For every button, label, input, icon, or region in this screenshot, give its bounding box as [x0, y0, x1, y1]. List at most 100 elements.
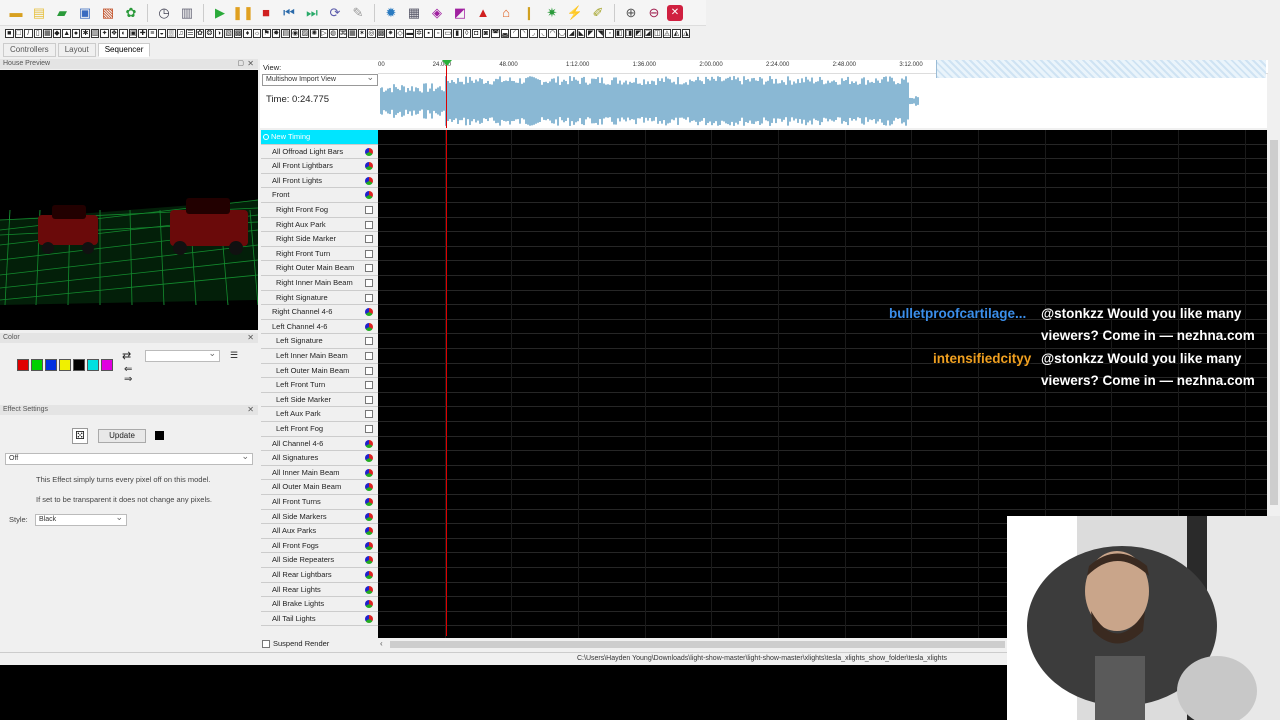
effect-palette-icon[interactable]: ✚: [138, 29, 147, 38]
effect-palette-icon[interactable]: ◟: [538, 29, 548, 38]
pen2-icon[interactable]: ✐: [588, 3, 608, 23]
horizontal-scrollbar[interactable]: [390, 641, 1005, 648]
brush-icon[interactable]: ❙: [519, 3, 539, 23]
delete-icon[interactable]: ▥: [177, 3, 197, 23]
effect-palette-icon[interactable]: ◩: [634, 29, 643, 38]
effect-palette-icon[interactable]: ▩: [376, 29, 386, 38]
model-group-icon[interactable]: [365, 483, 373, 492]
model-group-icon[interactable]: [365, 454, 373, 463]
home-icon[interactable]: ⌂: [496, 3, 516, 23]
checkbox-icon[interactable]: [365, 395, 373, 404]
play-marker-icon[interactable]: [442, 60, 452, 66]
color-swatch-red[interactable]: [17, 359, 29, 371]
timing-row[interactable]: New Timing: [261, 130, 378, 145]
model-row[interactable]: Right Front Turn: [261, 247, 378, 262]
model-row[interactable]: All Side Markers: [261, 510, 378, 525]
audio-waveform[interactable]: [379, 76, 920, 126]
model-row[interactable]: All Brake Lights: [261, 597, 378, 612]
effect-palette-icon[interactable]: ☼: [252, 29, 262, 38]
model-group-icon[interactable]: [365, 147, 373, 156]
model-row[interactable]: All Front Lights: [261, 174, 378, 189]
checkbox-icon[interactable]: [365, 249, 373, 258]
suspend-render-checkbox[interactable]: [262, 640, 270, 648]
model-row[interactable]: Right Signature: [261, 291, 378, 306]
model-row[interactable]: Right Front Fog: [261, 203, 378, 218]
close-icon[interactable]: ✕: [667, 4, 683, 21]
checkbox-icon[interactable]: [365, 220, 373, 229]
checkbox-icon[interactable]: [365, 293, 373, 302]
checkbox-icon[interactable]: [365, 235, 373, 244]
effect-palette-icon[interactable]: ◎: [367, 29, 376, 38]
style-select[interactable]: Black: [35, 512, 127, 526]
effect-palette-icon[interactable]: ▥: [90, 29, 100, 38]
effect-palette-icon[interactable]: ◨: [624, 29, 634, 38]
model-row[interactable]: All Offroad Light Bars: [261, 145, 378, 160]
checkbox-icon[interactable]: [365, 264, 373, 273]
color-swatch-yellow[interactable]: [59, 359, 71, 371]
new-file-icon[interactable]: ▤: [29, 3, 49, 23]
save-icon[interactable]: ▣: [75, 3, 95, 23]
model-row[interactable]: Left Signature: [261, 334, 378, 349]
timer-icon[interactable]: ◷: [154, 3, 174, 23]
model-group-icon[interactable]: [365, 556, 373, 565]
model-row[interactable]: Right Aux Park: [261, 218, 378, 233]
effect-palette-icon[interactable]: ❂: [205, 29, 214, 38]
checkbox-icon[interactable]: [365, 337, 373, 346]
model-row[interactable]: Front: [261, 188, 378, 203]
model-row[interactable]: All Channel 4-6: [261, 437, 378, 452]
effect-palette-icon[interactable]: ◪: [643, 29, 653, 38]
model-row[interactable]: Right Channel 4-6: [261, 305, 378, 320]
forward-icon[interactable]: ⏭: [302, 3, 322, 23]
effect-palette-icon[interactable]: ◚: [491, 29, 500, 38]
effect-palette-icon[interactable]: ◧: [615, 29, 624, 38]
effect-palette-icon[interactable]: ◙: [481, 29, 491, 38]
tab-layout[interactable]: Layout: [57, 43, 96, 57]
scroll-left-icon[interactable]: ‹: [380, 639, 383, 648]
model-group-icon[interactable]: [365, 600, 373, 609]
model-row[interactable]: Left Channel 4-6: [261, 320, 378, 335]
vertical-scrollbar[interactable]: [1268, 130, 1280, 515]
effect-palette-icon[interactable]: ✲: [414, 29, 424, 38]
tab-controllers[interactable]: Controllers: [3, 43, 56, 57]
effect-palette-icon[interactable]: ◆: [52, 29, 62, 38]
effect-palette-icon[interactable]: ◜: [510, 29, 519, 38]
effect-palette-icon[interactable]: ◤: [586, 29, 595, 38]
model-row[interactable]: All Inner Main Beam: [261, 466, 378, 481]
effect-palette-icon[interactable]: ◬: [662, 29, 672, 38]
model-row[interactable]: All Aux Parks: [261, 524, 378, 539]
open-icon[interactable]: ▰: [52, 3, 72, 23]
model-group-icon[interactable]: [365, 585, 373, 594]
checkbox-icon[interactable]: [365, 425, 373, 433]
model-group-icon[interactable]: [365, 439, 373, 448]
settings-icon[interactable]: ✹: [381, 3, 401, 23]
house-preview-canvas[interactable]: [0, 70, 258, 330]
model-row[interactable]: All Rear Lights: [261, 583, 378, 598]
effect-palette-icon[interactable]: ▲: [62, 29, 71, 38]
tab-sequencer[interactable]: Sequencer: [97, 43, 151, 57]
stop-icon[interactable]: ■: [256, 3, 276, 23]
model-group-icon[interactable]: [365, 527, 373, 536]
effect-palette-icon[interactable]: ◛: [500, 29, 510, 38]
effect-palette-icon[interactable]: ◒: [157, 29, 167, 38]
checkbox-icon[interactable]: [365, 410, 373, 419]
effect-palette-icon[interactable]: ◇: [395, 29, 405, 38]
model-row[interactable]: Right Outer Main Beam: [261, 261, 378, 276]
effect-palette-icon[interactable]: ▩: [233, 29, 243, 38]
effect-palette-icon[interactable]: ▬: [405, 29, 414, 38]
effect-palette-icon[interactable]: ▪: [424, 29, 433, 38]
color-swatch-black[interactable]: [73, 359, 85, 371]
effect-palette-icon[interactable]: ⚑: [262, 29, 271, 38]
model-row[interactable]: Left Front Turn: [261, 378, 378, 393]
effect-palette-icon[interactable]: ◮: [681, 29, 691, 38]
effect-palette-icon[interactable]: ✶: [357, 29, 367, 38]
rewind-icon[interactable]: ⏮: [279, 3, 299, 23]
effect-palette-icon[interactable]: ▣: [128, 29, 138, 38]
model-group-icon[interactable]: [365, 571, 373, 579]
models-icon[interactable]: ◈: [427, 3, 447, 23]
effect-palette-icon[interactable]: ◭: [672, 29, 681, 38]
close-icon[interactable]: ✕: [247, 59, 254, 69]
pen-icon[interactable]: ✎: [348, 3, 368, 23]
model-row[interactable]: Left Side Marker: [261, 393, 378, 408]
close-icon[interactable]: ✕: [247, 405, 254, 415]
model-group-icon[interactable]: [365, 308, 373, 317]
